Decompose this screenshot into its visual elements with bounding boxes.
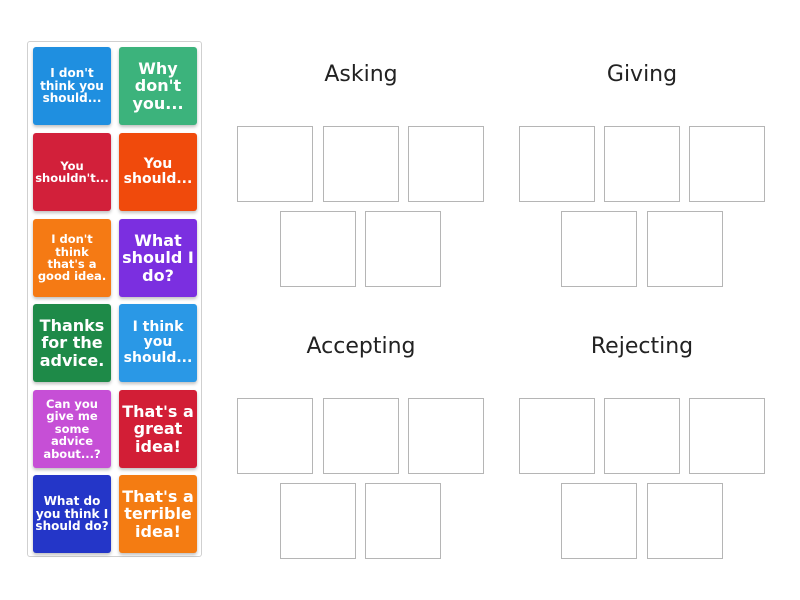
accepting-slot[interactable]	[280, 483, 356, 559]
rejecting-slot[interactable]	[689, 398, 765, 474]
rejecting-slot[interactable]	[561, 483, 637, 559]
asking-slot[interactable]	[323, 126, 399, 202]
accepting-slot[interactable]	[237, 398, 313, 474]
card-what-should-i-do[interactable]: What should I do?	[119, 219, 197, 297]
asking-slot[interactable]	[408, 126, 484, 202]
asking-slot[interactable]	[280, 211, 356, 287]
card-terrible-idea[interactable]: That's a terrible idea!	[119, 475, 197, 553]
asking-slot[interactable]	[365, 211, 441, 287]
rejecting-slot[interactable]	[604, 398, 680, 474]
group-title-asking: Asking	[324, 62, 398, 87]
accepting-slot[interactable]	[323, 398, 399, 474]
giving-slot[interactable]	[519, 126, 595, 202]
card-dont-think-you-should[interactable]: I don't think you should...	[33, 47, 111, 125]
card-i-think-you-should[interactable]: I think you should...	[119, 304, 197, 382]
accepting-slot[interactable]	[408, 398, 484, 474]
accepting-slot[interactable]	[365, 483, 441, 559]
group-title-accepting: Accepting	[306, 334, 416, 359]
card-what-do-you-think[interactable]: What do you think I should do?	[33, 475, 111, 553]
giving-slot[interactable]	[647, 211, 723, 287]
card-dont-think-good-idea[interactable]: I don't think that's a good idea.	[33, 219, 111, 297]
card-you-should[interactable]: You should...	[119, 133, 197, 211]
giving-slot[interactable]	[561, 211, 637, 287]
rejecting-slot[interactable]	[647, 483, 723, 559]
card-can-you-give-advice[interactable]: Can you give me some advice about...?	[33, 390, 111, 468]
rejecting-slot[interactable]	[519, 398, 595, 474]
group-title-giving: Giving	[606, 62, 678, 87]
giving-slot[interactable]	[604, 126, 680, 202]
card-you-shouldnt[interactable]: You shouldn't...	[33, 133, 111, 211]
giving-slot[interactable]	[689, 126, 765, 202]
card-why-dont-you[interactable]: Why don't you...	[119, 47, 197, 125]
group-title-rejecting: Rejecting	[590, 334, 694, 359]
asking-slot[interactable]	[237, 126, 313, 202]
card-thanks-for-advice[interactable]: Thanks for the advice.	[33, 304, 111, 382]
card-great-idea[interactable]: That's a great idea!	[119, 390, 197, 468]
